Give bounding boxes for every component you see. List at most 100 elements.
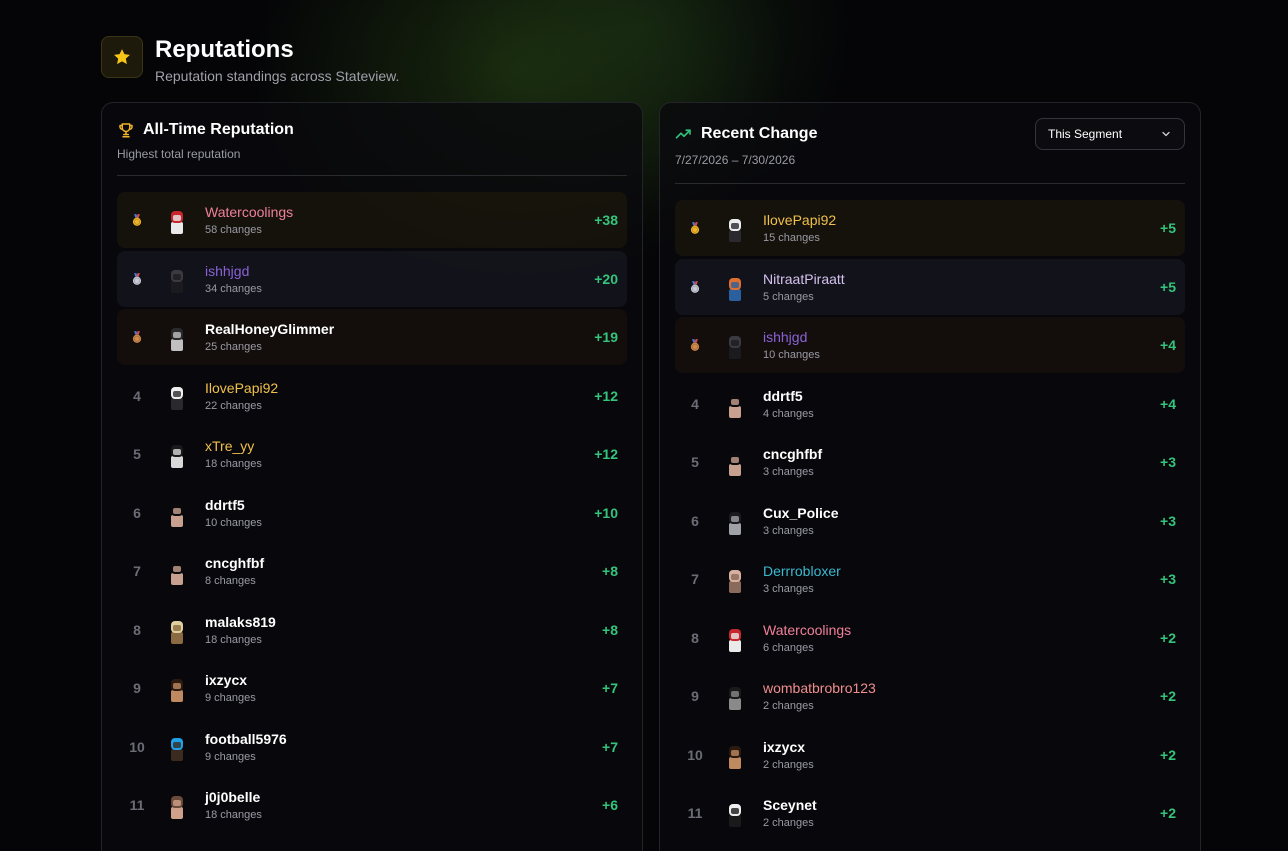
leaderboard-row[interactable]: IlovePapi92 15 changes +5 — [675, 200, 1185, 256]
change-count: 2 changes — [763, 700, 814, 712]
leaderboard-row[interactable]: 7 Derrrobloxer 3 changes +3 — [675, 551, 1185, 607]
rank-number: 5 — [133, 446, 141, 462]
leaderboard-row[interactable]: 9 ixzycx 9 changes +7 — [117, 660, 627, 716]
change-count: 8 changes — [205, 575, 256, 587]
avatar — [162, 556, 192, 586]
username[interactable]: IlovePapi92 — [763, 212, 836, 229]
avatar — [720, 447, 750, 477]
username[interactable]: cncghfbf — [763, 446, 822, 463]
star-icon — [101, 36, 143, 78]
username[interactable]: Cux_Police — [763, 505, 838, 522]
avatar — [162, 381, 192, 411]
leaderboard-row[interactable]: 5 xTre_yy 18 changes +12 — [117, 426, 627, 482]
leaderboard-row[interactable]: ishhjgd 10 changes +4 — [675, 317, 1185, 373]
leaderboard-row[interactable]: 4 ddrtf5 4 changes +4 — [675, 376, 1185, 432]
leaderboard-row[interactable]: 11 j0j0belle 18 changes +6 — [117, 777, 627, 833]
username[interactable]: j0j0belle — [205, 789, 262, 806]
bronze-medal-icon — [117, 330, 157, 344]
change-count: 9 changes — [205, 692, 256, 704]
change-count: 6 changes — [763, 641, 814, 654]
reputation-delta: +12 — [594, 387, 618, 404]
username[interactable]: ddrtf5 — [763, 388, 814, 405]
leaderboard-row[interactable]: 6 Cux_Police 3 changes +3 — [675, 493, 1185, 549]
page-header: Reputations Reputation standings across … — [101, 36, 399, 84]
rank-number: 11 — [129, 797, 145, 813]
avatar — [162, 498, 192, 528]
leaderboard-row[interactable]: 5 cncghfbf 3 changes +3 — [675, 434, 1185, 490]
username[interactable]: ixzycx — [205, 672, 256, 689]
reputation-delta: +8 — [602, 621, 618, 638]
leaderboard-row[interactable]: 11 Sceynet 2 changes +2 — [675, 785, 1185, 841]
leaderboard-row[interactable]: 8 malaks819 18 changes +8 — [117, 602, 627, 658]
leaderboard-row[interactable]: 7 cncghfbf 8 changes +8 — [117, 543, 627, 599]
avatar — [162, 732, 192, 762]
reputation-delta: +7 — [602, 680, 618, 696]
avatar — [720, 213, 750, 243]
leaderboard-row[interactable]: NitraatPiraatt 5 changes +5 — [675, 258, 1185, 315]
reputation-delta: +2 — [1160, 629, 1176, 646]
avatar — [162, 264, 192, 294]
username[interactable]: ddrtf5 — [205, 497, 262, 514]
reputation-delta: +2 — [1160, 688, 1176, 704]
avatar — [720, 740, 750, 770]
leaderboard-row[interactable]: 8 Watercoolings 6 changes +2 — [675, 610, 1185, 666]
panel-title: All-Time Reputation — [143, 121, 294, 138]
leaderboard-row[interactable]: 10 football5976 9 changes +7 — [117, 719, 627, 775]
rank-number: 4 — [691, 395, 699, 412]
change-count: 3 changes — [763, 466, 814, 478]
username[interactable]: xTre_yy — [205, 438, 262, 455]
leaderboard-row[interactable]: Watercoolings 58 changes +38 — [117, 192, 627, 248]
avatar — [162, 322, 192, 352]
username[interactable]: RealHoneyGlimmer — [205, 321, 334, 338]
leaderboard-row[interactable]: 9 wombatbrobro123 2 changes +2 — [675, 668, 1185, 724]
chevron-down-icon — [1160, 128, 1172, 140]
username[interactable]: ixzycx — [763, 739, 814, 756]
username[interactable]: cncghfbf — [205, 555, 264, 572]
page-title: Reputations — [155, 36, 294, 63]
panel-subtitle: Highest total reputation — [117, 147, 241, 161]
username[interactable]: IlovePapi92 — [205, 380, 278, 397]
leaderboard-row[interactable]: ishhjgd 34 changes +20 — [117, 250, 627, 307]
reputation-delta: +3 — [1160, 454, 1176, 470]
username[interactable]: Sceynet — [763, 797, 817, 814]
avatar — [720, 272, 750, 302]
leaderboard-row[interactable]: RealHoneyGlimmer 25 changes +19 — [117, 309, 627, 365]
reputation-delta: +4 — [1160, 395, 1176, 412]
username[interactable]: ishhjgd — [205, 263, 262, 280]
trophy-icon — [117, 121, 135, 139]
reputation-delta: +20 — [594, 270, 618, 287]
change-count: 58 changes — [205, 224, 262, 236]
leaderboard-row[interactable]: 10 ixzycx 2 changes +2 — [675, 727, 1185, 783]
rank-number: 4 — [133, 387, 141, 404]
change-count: 34 changes — [205, 282, 262, 295]
username[interactable]: wombatbrobro123 — [763, 680, 876, 697]
rank-number: 10 — [687, 746, 703, 763]
recent-change-list: IlovePapi92 15 changes +5 NitraatPiraatt 5 c… — [660, 184, 1200, 841]
change-count: 5 changes — [763, 290, 814, 303]
username[interactable]: Derrrobloxer — [763, 563, 841, 580]
username[interactable]: NitraatPiraatt — [763, 271, 845, 288]
username[interactable]: football5976 — [205, 731, 287, 748]
reputation-delta: +7 — [602, 738, 618, 755]
username[interactable]: Watercoolings — [763, 622, 851, 639]
silver-medal-icon — [117, 272, 157, 286]
username[interactable]: malaks819 — [205, 614, 276, 631]
page-subtitle: Reputation standings across Stateview. — [155, 68, 400, 84]
change-count: 2 changes — [763, 817, 814, 829]
rank-number: 7 — [691, 571, 699, 587]
segment-dropdown[interactable]: This Segment — [1035, 118, 1185, 150]
recent-change-panel: Recent Change 7/27/2026 – 7/30/2026 This… — [659, 102, 1201, 851]
username[interactable]: Watercoolings — [205, 204, 293, 221]
panel-title: Recent Change — [701, 125, 818, 142]
leaderboard-row[interactable]: 4 IlovePapi92 22 changes +12 — [117, 368, 627, 424]
all-time-reputation-panel: All-Time Reputation Highest total reputa… — [101, 102, 643, 851]
bronze-medal-icon — [675, 338, 715, 352]
avatar — [162, 205, 192, 235]
avatar — [162, 673, 192, 703]
avatar — [720, 506, 750, 536]
change-count: 9 changes — [205, 750, 256, 763]
change-count: 10 changes — [205, 516, 262, 529]
leaderboard-row[interactable]: 6 ddrtf5 10 changes +10 — [117, 485, 627, 541]
username[interactable]: ishhjgd — [763, 329, 820, 346]
reputation-delta: +4 — [1160, 337, 1176, 353]
